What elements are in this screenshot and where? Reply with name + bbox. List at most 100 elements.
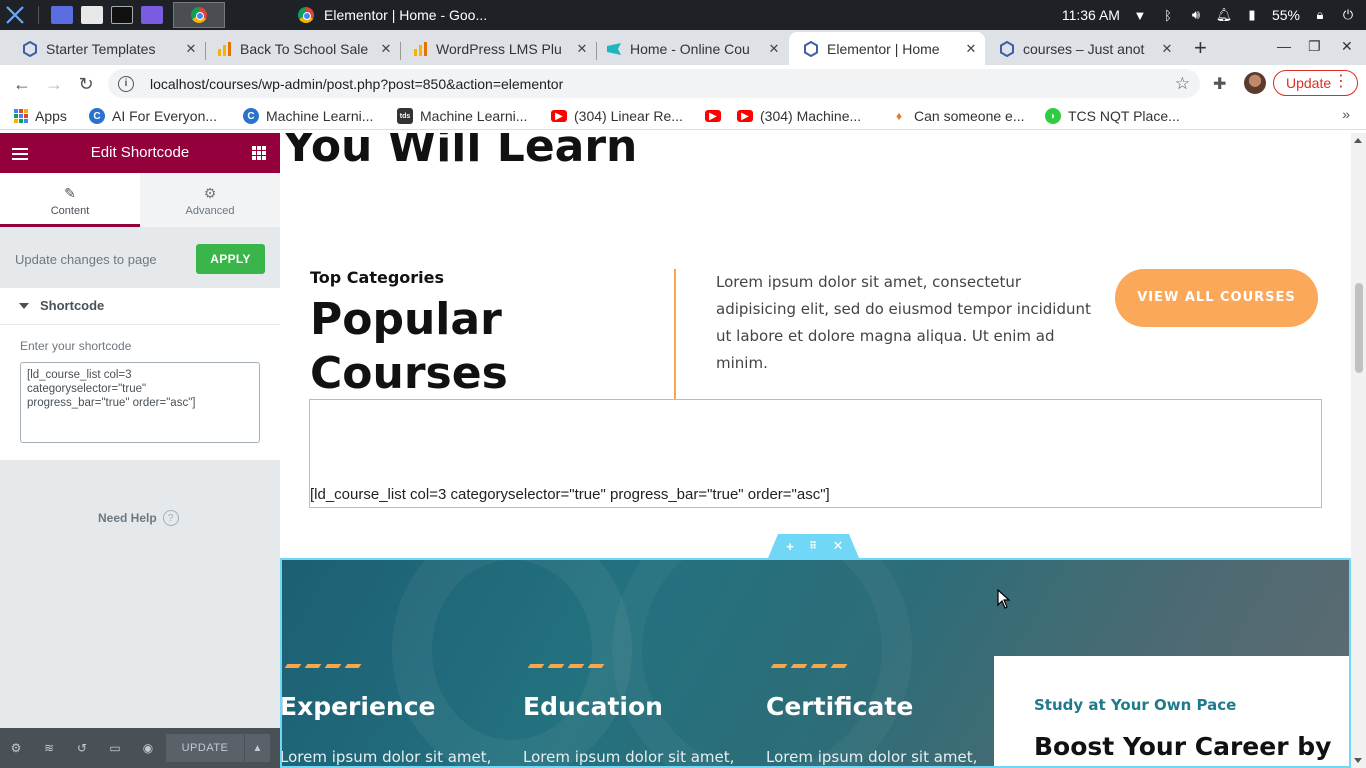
tab-content-label: Content <box>50 205 90 217</box>
shortcode-widget[interactable]: [ld_course_list col=3 categoryselector="… <box>309 399 1322 508</box>
forward-arrow-icon[interactable]: → <box>43 73 65 95</box>
tab-home-online-courses[interactable]: Home - Online Cou ✕ <box>592 32 788 65</box>
panel-tabs: ✎ Content ⚙ Advanced <box>0 173 280 227</box>
pencil-icon: ✎ <box>64 185 76 201</box>
terminal-icon[interactable] <box>111 6 133 24</box>
tab-advanced[interactable]: ⚙ Advanced <box>140 173 280 227</box>
bookmark-item[interactable]: ◗ TCS NQT Place... <box>1045 106 1180 126</box>
file-manager-icon[interactable] <box>81 6 103 24</box>
clock[interactable]: 11:36 AM <box>1062 7 1120 23</box>
dash-decoration <box>770 664 848 668</box>
new-tab-button[interactable]: + <box>1194 35 1207 61</box>
view-all-courses-button[interactable]: VIEW ALL COURSES <box>1115 269 1318 327</box>
bookmark-item[interactable]: tds Machine Learni... <box>397 106 527 126</box>
top-categories-label: Top Categories <box>310 268 445 287</box>
scrollbar-thumb[interactable] <box>1355 283 1363 373</box>
screen-recorder-icon[interactable] <box>141 6 163 24</box>
bookmark-label: AI For Everyon... <box>112 108 218 124</box>
scroll-down-arrow-icon[interactable] <box>1354 758 1362 763</box>
settings-gear-icon[interactable]: ⚙ <box>8 740 24 756</box>
preview-eye-icon[interactable]: ◉ <box>140 740 156 756</box>
taskbar-app-icon[interactable] <box>51 6 73 24</box>
taskbar-chrome-active[interactable] <box>173 2 225 28</box>
preview-canvas: You Will Learn Top Categories Popular Co… <box>280 133 1351 768</box>
need-help-link[interactable]: Need Help ? <box>98 510 179 526</box>
site-info-icon[interactable]: i <box>118 75 134 92</box>
tab-label: Back To School Sale <box>240 40 369 57</box>
tab-elementor-home[interactable]: Elementor | Home ✕ <box>789 32 985 65</box>
close-tab-icon[interactable]: ✕ <box>376 41 396 57</box>
study-card: Study at Your Own Pace Boost Your Career… <box>994 656 1349 766</box>
minimize-window-icon[interactable]: — <box>1277 38 1291 54</box>
bookmark-label: Machine Learni... <box>420 108 528 124</box>
bookmark-item[interactable]: ▶ <box>705 106 728 126</box>
tab-content[interactable]: ✎ Content <box>0 173 140 227</box>
close-tab-icon[interactable]: ✕ <box>572 41 592 57</box>
add-section-icon[interactable]: + <box>782 538 798 554</box>
more-menu-icon: ⋮ <box>1333 73 1349 90</box>
bookmark-star-icon[interactable]: ☆ <box>1175 74 1190 94</box>
panel-header: Edit Shortcode <box>0 133 280 173</box>
navigator-layers-icon[interactable]: ≋ <box>41 740 57 756</box>
bookmarks-overflow-icon[interactable]: » <box>1342 106 1350 122</box>
volume-icon[interactable]: 🔊︎ <box>1188 7 1204 23</box>
widgets-grid-icon[interactable] <box>252 146 266 160</box>
analytics-icon <box>216 41 232 57</box>
shortcode-textarea[interactable]: [ld_course_list col=3 categoryselector="… <box>20 362 260 443</box>
notification-bell-icon[interactable]: 🔔︎ <box>1216 7 1233 23</box>
wifi-icon[interactable]: ▼ <box>1132 7 1148 23</box>
panel-footer: ⚙ ≋ ↺ ▭ ◉ UPDATE ▲ <box>0 728 280 768</box>
close-tab-icon[interactable]: ✕ <box>764 41 784 57</box>
back-arrow-icon[interactable]: ← <box>11 73 33 95</box>
close-tab-icon[interactable]: ✕ <box>181 41 201 57</box>
browser-tab-strip: Starter Templates ✕ Back To School Sale … <box>0 30 1366 65</box>
drag-section-icon[interactable]: ⠿ <box>805 538 821 554</box>
section-handle[interactable]: + ⠿ ✕ <box>768 534 859 558</box>
power-icon[interactable]: ⏻ <box>1340 7 1356 23</box>
tab-wordpress-lms[interactable]: WordPress LMS Plu ✕ <box>396 32 596 65</box>
delete-section-icon[interactable]: ✕ <box>830 538 846 554</box>
lock-icon[interactable]: 🔒︎ <box>1312 7 1328 23</box>
chrome-icon <box>298 7 314 23</box>
bookmark-item[interactable]: ▶ (304) Machine... <box>737 106 861 126</box>
close-tab-icon[interactable]: ✕ <box>1157 41 1177 57</box>
tab-starter-templates[interactable]: Starter Templates ✕ <box>0 32 205 65</box>
reload-icon[interactable]: ↻ <box>75 73 97 95</box>
os-menu-icon[interactable] <box>0 0 30 30</box>
bookmark-item[interactable]: ♦ Can someone e... <box>891 106 1025 126</box>
scroll-up-arrow-icon[interactable] <box>1354 138 1362 143</box>
profile-avatar[interactable] <box>1244 72 1266 94</box>
save-options-caret-icon[interactable]: ▲ <box>244 734 270 762</box>
features-section[interactable]: Experience Lorem ipsum dolor sit amet, E… <box>280 558 1351 768</box>
caret-down-icon <box>19 303 29 309</box>
apply-button[interactable]: APPLY <box>196 244 265 274</box>
bookmark-item[interactable]: C Machine Learni... <box>243 106 373 126</box>
tab-courses[interactable]: courses – Just anot ✕ <box>985 32 1181 65</box>
feature-title: Education <box>523 692 663 721</box>
bluetooth-icon[interactable]: ᛒ <box>1160 7 1176 23</box>
extensions-puzzle-icon[interactable]: ✚ <box>1213 74 1226 94</box>
canvas-scrollbar[interactable] <box>1351 133 1366 768</box>
update-button[interactable]: UPDATE <box>166 734 244 762</box>
bookmark-item[interactable]: ▶ (304) Linear Re... <box>551 106 683 126</box>
responsive-mode-icon[interactable]: ▭ <box>107 740 123 756</box>
battery-icon[interactable]: ▮ <box>1244 7 1260 23</box>
close-window-icon[interactable]: ✕ <box>1341 38 1353 55</box>
bookmark-item[interactable]: C AI For Everyon... <box>89 106 217 126</box>
chrome-update-button[interactable]: Update ⋮ <box>1273 70 1358 96</box>
shortcode-field-label: Enter your shortcode <box>20 339 132 353</box>
bookmark-label: Machine Learni... <box>266 108 374 124</box>
mouse-cursor-icon <box>997 589 1011 609</box>
close-tab-icon[interactable]: ✕ <box>961 41 981 57</box>
history-icon[interactable]: ↺ <box>74 740 90 756</box>
restore-window-icon[interactable]: ❐ <box>1308 38 1321 55</box>
os-separator <box>38 6 39 24</box>
tab-back-to-school[interactable]: Back To School Sale ✕ <box>200 32 400 65</box>
bookmark-label: (304) Linear Re... <box>574 108 683 124</box>
analytics-icon <box>412 41 428 57</box>
card-kicker: Study at Your Own Pace <box>1034 696 1237 714</box>
gear-icon: ⚙ <box>203 185 217 201</box>
address-bar[interactable]: i localhost/courses/wp-admin/post.php?po… <box>108 69 1200 98</box>
bookmark-apps[interactable]: Apps <box>14 106 67 126</box>
shortcode-section-header[interactable]: Shortcode <box>0 287 280 325</box>
